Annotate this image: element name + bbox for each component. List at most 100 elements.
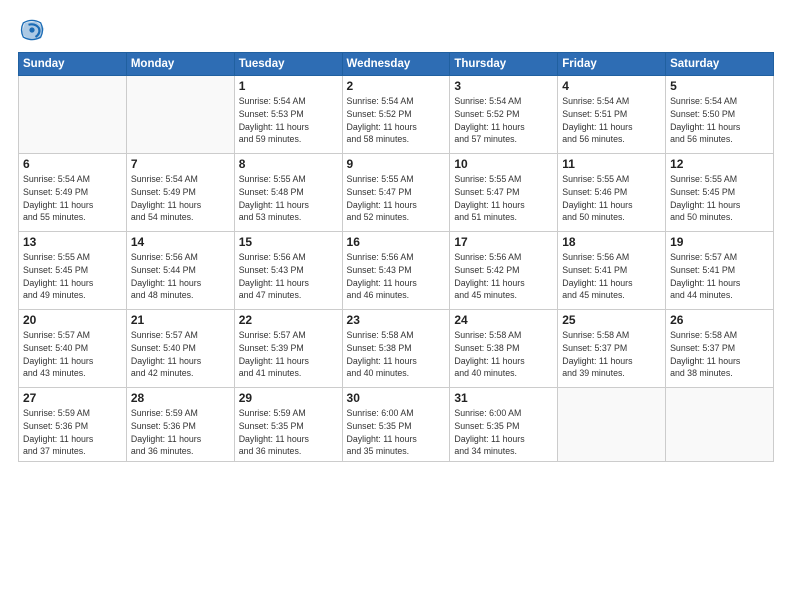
header-cell-tuesday: Tuesday — [234, 53, 342, 76]
day-info: Sunrise: 5:54 AM Sunset: 5:50 PM Dayligh… — [670, 95, 769, 146]
day-cell: 1 Sunrise: 5:54 AM Sunset: 5:53 PM Daylig… — [234, 76, 342, 154]
day-info: Sunrise: 5:54 AM Sunset: 5:53 PM Dayligh… — [239, 95, 338, 146]
day-info: Sunrise: 5:57 AM Sunset: 5:39 PM Dayligh… — [239, 329, 338, 380]
day-info: Sunrise: 5:55 AM Sunset: 5:45 PM Dayligh… — [670, 173, 769, 224]
day-number: 5 — [670, 79, 769, 93]
day-cell: 26 Sunrise: 5:58 AM Sunset: 5:37 PM Dayli… — [666, 310, 774, 388]
day-cell: 31 Sunrise: 6:00 AM Sunset: 5:35 PM Dayli… — [450, 388, 558, 462]
day-number: 12 — [670, 157, 769, 171]
day-number: 29 — [239, 391, 338, 405]
day-number: 14 — [131, 235, 230, 249]
day-info: Sunrise: 5:56 AM Sunset: 5:43 PM Dayligh… — [347, 251, 446, 302]
day-cell: 25Sunrise: 5:58 AM Sunset: 5:37 PM Dayli… — [558, 310, 666, 388]
day-number: 20 — [23, 313, 122, 327]
day-cell: 20 Sunrise: 5:57 AM Sunset: 5:40 PM Dayli… — [19, 310, 127, 388]
day-number: 10 — [454, 157, 553, 171]
day-info: Sunrise: 5:54 AM Sunset: 5:49 PM Dayligh… — [131, 173, 230, 224]
day-cell: 11 Sunrise: 5:55 AM Sunset: 5:46 PM Dayli… — [558, 154, 666, 232]
day-number: 19 — [670, 235, 769, 249]
day-cell — [126, 76, 234, 154]
day-info: Sunrise: 5:58 AM Sunset: 5:38 PM Dayligh… — [454, 329, 553, 380]
day-cell: 18Sunrise: 5:56 AM Sunset: 5:41 PM Dayli… — [558, 232, 666, 310]
day-cell: 14 Sunrise: 5:56 AM Sunset: 5:44 PM Dayli… — [126, 232, 234, 310]
day-info: Sunrise: 5:57 AM Sunset: 5:40 PM Dayligh… — [23, 329, 122, 380]
day-number: 9 — [347, 157, 446, 171]
day-info: Sunrise: 5:55 AM Sunset: 5:47 PM Dayligh… — [347, 173, 446, 224]
day-number: 13 — [23, 235, 122, 249]
day-number: 2 — [347, 79, 446, 93]
day-number: 31 — [454, 391, 553, 405]
day-info: Sunrise: 5:54 AM Sunset: 5:49 PM Dayligh… — [23, 173, 122, 224]
day-number: 27 — [23, 391, 122, 405]
day-cell: 12 Sunrise: 5:55 AM Sunset: 5:45 PM Dayli… — [666, 154, 774, 232]
day-cell: 24 Sunrise: 5:58 AM Sunset: 5:38 PM Dayli… — [450, 310, 558, 388]
day-info: Sunrise: 5:55 AM Sunset: 5:46 PM Dayligh… — [562, 173, 661, 224]
day-number: 25 — [562, 313, 661, 327]
day-cell: 27Sunrise: 5:59 AM Sunset: 5:36 PM Dayli… — [19, 388, 127, 462]
day-cell — [666, 388, 774, 462]
day-number: 26 — [670, 313, 769, 327]
day-info: Sunrise: 5:54 AM Sunset: 5:51 PM Dayligh… — [562, 95, 661, 146]
day-cell: 3 Sunrise: 5:54 AM Sunset: 5:52 PM Daylig… — [450, 76, 558, 154]
day-info: Sunrise: 5:55 AM Sunset: 5:47 PM Dayligh… — [454, 173, 553, 224]
calendar-body: 1 Sunrise: 5:54 AM Sunset: 5:53 PM Daylig… — [19, 76, 774, 462]
header-row: SundayMondayTuesdayWednesdayThursdayFrid… — [19, 53, 774, 76]
day-number: 15 — [239, 235, 338, 249]
day-number: 22 — [239, 313, 338, 327]
day-info: Sunrise: 5:56 AM Sunset: 5:41 PM Dayligh… — [562, 251, 661, 302]
header-cell-friday: Friday — [558, 53, 666, 76]
logo-icon — [18, 16, 46, 44]
day-number: 6 — [23, 157, 122, 171]
day-number: 24 — [454, 313, 553, 327]
week-row-4: 20 Sunrise: 5:57 AM Sunset: 5:40 PM Dayli… — [19, 310, 774, 388]
day-info: Sunrise: 5:56 AM Sunset: 5:44 PM Dayligh… — [131, 251, 230, 302]
day-cell: 30 Sunrise: 6:00 AM Sunset: 5:35 PM Dayli… — [342, 388, 450, 462]
day-cell: 7 Sunrise: 5:54 AM Sunset: 5:49 PM Daylig… — [126, 154, 234, 232]
week-row-5: 27 Sunrise: 5:59 AM Sunset: 5:36 PM Dayli… — [19, 388, 774, 462]
day-cell: 21 Sunrise: 5:57 AM Sunset: 5:40 PM Dayli… — [126, 310, 234, 388]
day-number: 11 — [562, 157, 661, 171]
day-cell — [558, 388, 666, 462]
day-cell: 23Sunrise: 5:58 AM Sunset: 5:38 PM Dayli… — [342, 310, 450, 388]
day-info: Sunrise: 6:00 AM Sunset: 5:35 PM Dayligh… — [454, 407, 553, 458]
day-cell: 2 Sunrise: 5:54 AM Sunset: 5:52 PM Daylig… — [342, 76, 450, 154]
day-info: Sunrise: 5:58 AM Sunset: 5:37 PM Dayligh… — [670, 329, 769, 380]
day-cell — [19, 76, 127, 154]
header-cell-thursday: Thursday — [450, 53, 558, 76]
day-info: Sunrise: 5:57 AM Sunset: 5:40 PM Dayligh… — [131, 329, 230, 380]
day-cell: 16 Sunrise: 5:56 AM Sunset: 5:43 PM Dayli… — [342, 232, 450, 310]
day-info: Sunrise: 5:55 AM Sunset: 5:45 PM Dayligh… — [23, 251, 122, 302]
day-cell: 28 Sunrise: 5:59 AM Sunset: 5:36 PM Dayli… — [126, 388, 234, 462]
day-number: 1 — [239, 79, 338, 93]
page-header — [18, 16, 774, 44]
day-number: 21 — [131, 313, 230, 327]
day-info: Sunrise: 6:00 AM Sunset: 5:35 PM Dayligh… — [347, 407, 446, 458]
day-info: Sunrise: 5:54 AM Sunset: 5:52 PM Dayligh… — [454, 95, 553, 146]
week-row-2: 6 Sunrise: 5:54 AM Sunset: 5:49 PM Daylig… — [19, 154, 774, 232]
week-row-3: 13 Sunrise: 5:55 AM Sunset: 5:45 PM Dayli… — [19, 232, 774, 310]
day-cell: 6 Sunrise: 5:54 AM Sunset: 5:49 PM Daylig… — [19, 154, 127, 232]
day-info: Sunrise: 5:55 AM Sunset: 5:48 PM Dayligh… — [239, 173, 338, 224]
day-cell: 10 Sunrise: 5:55 AM Sunset: 5:47 PM Dayli… — [450, 154, 558, 232]
header-cell-wednesday: Wednesday — [342, 53, 450, 76]
day-cell: 19 Sunrise: 5:57 AM Sunset: 5:41 PM Dayli… — [666, 232, 774, 310]
day-number: 4 — [562, 79, 661, 93]
day-number: 23 — [347, 313, 446, 327]
day-number: 8 — [239, 157, 338, 171]
day-info: Sunrise: 5:59 AM Sunset: 5:36 PM Dayligh… — [131, 407, 230, 458]
day-number: 3 — [454, 79, 553, 93]
day-info: Sunrise: 5:59 AM Sunset: 5:35 PM Dayligh… — [239, 407, 338, 458]
day-cell: 4 Sunrise: 5:54 AM Sunset: 5:51 PM Daylig… — [558, 76, 666, 154]
day-cell: 15Sunrise: 5:56 AM Sunset: 5:43 PM Dayli… — [234, 232, 342, 310]
day-info: Sunrise: 5:57 AM Sunset: 5:41 PM Dayligh… — [670, 251, 769, 302]
day-cell: 8 Sunrise: 5:55 AM Sunset: 5:48 PM Daylig… — [234, 154, 342, 232]
calendar-header: SundayMondayTuesdayWednesdayThursdayFrid… — [19, 53, 774, 76]
day-number: 16 — [347, 235, 446, 249]
day-number: 30 — [347, 391, 446, 405]
header-cell-saturday: Saturday — [666, 53, 774, 76]
day-number: 28 — [131, 391, 230, 405]
day-cell: 5 Sunrise: 5:54 AM Sunset: 5:50 PM Daylig… — [666, 76, 774, 154]
day-number: 7 — [131, 157, 230, 171]
calendar-table: SundayMondayTuesdayWednesdayThursdayFrid… — [18, 52, 774, 462]
day-info: Sunrise: 5:54 AM Sunset: 5:52 PM Dayligh… — [347, 95, 446, 146]
